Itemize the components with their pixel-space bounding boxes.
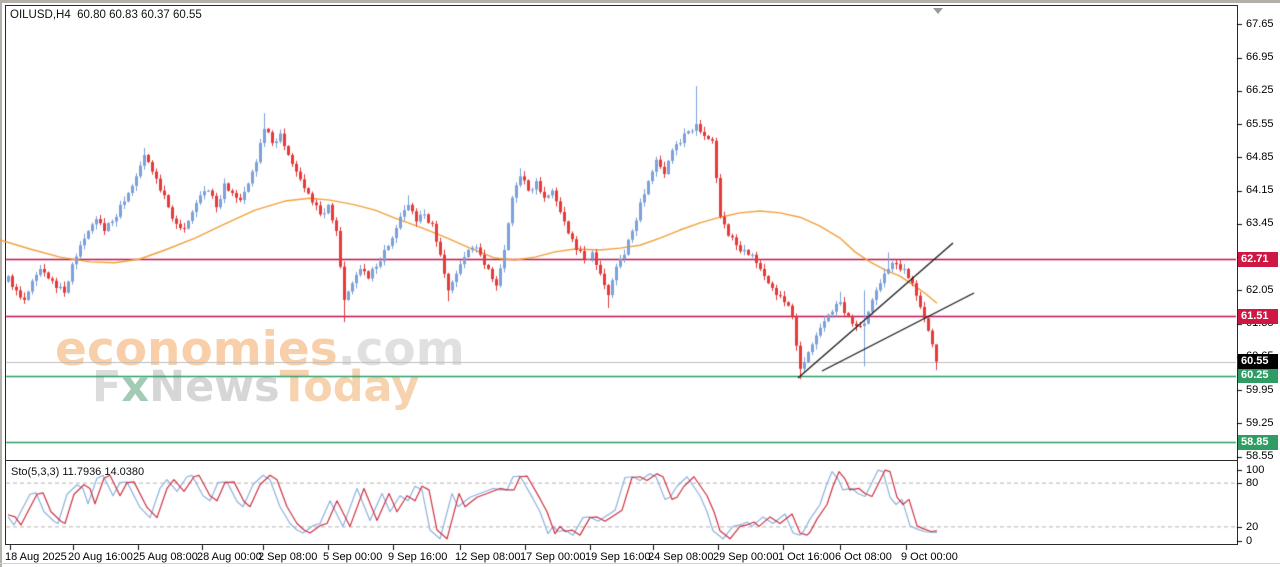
- level-price-badge: 62.71: [1238, 252, 1278, 267]
- stoch-tick-label: 80: [1246, 477, 1258, 489]
- price-tick-label: 58.55: [1246, 450, 1274, 462]
- stochastic-indicator-label: Sto(5,3,3) 11.7936 14.0380: [11, 466, 144, 478]
- price-tick-label: 64.85: [1246, 151, 1274, 163]
- time-axis-label: 1 Oct 16:00: [778, 551, 835, 563]
- chart-title-ohlc: OILUSD,H4 60.80 60.83 60.37 60.55: [10, 9, 202, 21]
- time-axis-label: 2 Sep 08:00: [258, 551, 317, 563]
- time-axis[interactable]: 18 Aug 202520 Aug 16:0025 Aug 08:0028 Au…: [0, 545, 1280, 567]
- price-tick-label: 59.95: [1246, 384, 1274, 396]
- time-axis-label: 19 Sep 16:00: [585, 551, 650, 563]
- chart-canvas[interactable]: [0, 0, 1280, 567]
- price-tick-label: 66.95: [1246, 51, 1274, 63]
- time-axis-label: 9 Oct 00:00: [901, 551, 958, 563]
- mt4-chart-window: economies.com FxNewsToday OILUSD,H4 60.8…: [0, 0, 1280, 567]
- price-tick-label: 65.55: [1246, 118, 1274, 130]
- price-tick-label: 64.15: [1246, 184, 1274, 196]
- price-tick-label: 63.45: [1246, 217, 1274, 229]
- level-price-badge: 60.25: [1238, 368, 1278, 383]
- level-price-badge: 61.51: [1238, 309, 1278, 324]
- price-tick-label: 59.25: [1246, 417, 1274, 429]
- time-axis-label: 24 Sep 08:00: [648, 551, 713, 563]
- time-axis-label: 29 Sep 00:00: [713, 551, 778, 563]
- time-axis-label: 20 Aug 16:00: [68, 551, 133, 563]
- time-axis-label: 12 Sep 08:00: [455, 551, 520, 563]
- price-tick-label: 62.05: [1246, 284, 1274, 296]
- stoch-tick-label: 100: [1246, 464, 1264, 476]
- chart-shift-marker-icon[interactable]: [933, 8, 943, 14]
- time-axis-label: 18 Aug 2025: [5, 551, 67, 563]
- time-axis-label: 6 Oct 08:00: [835, 551, 892, 563]
- price-tick-label: 66.25: [1246, 84, 1274, 96]
- time-axis-label: 25 Aug 08:00: [133, 551, 198, 563]
- price-axis[interactable]: 67.6566.9566.2565.5564.8564.1563.4562.75…: [1238, 0, 1280, 567]
- stoch-tick-label: 20: [1246, 521, 1258, 533]
- time-axis-label: 28 Aug 00:00: [197, 551, 262, 563]
- time-axis-label: 5 Sep 00:00: [323, 551, 382, 563]
- level-price-badge: 58.85: [1238, 435, 1278, 450]
- price-tick-label: 67.65: [1246, 18, 1274, 30]
- time-axis-label: 17 Sep 00:00: [520, 551, 585, 563]
- time-axis-label: 9 Sep 16:00: [388, 551, 447, 563]
- current-price-badge: 60.55: [1238, 354, 1278, 369]
